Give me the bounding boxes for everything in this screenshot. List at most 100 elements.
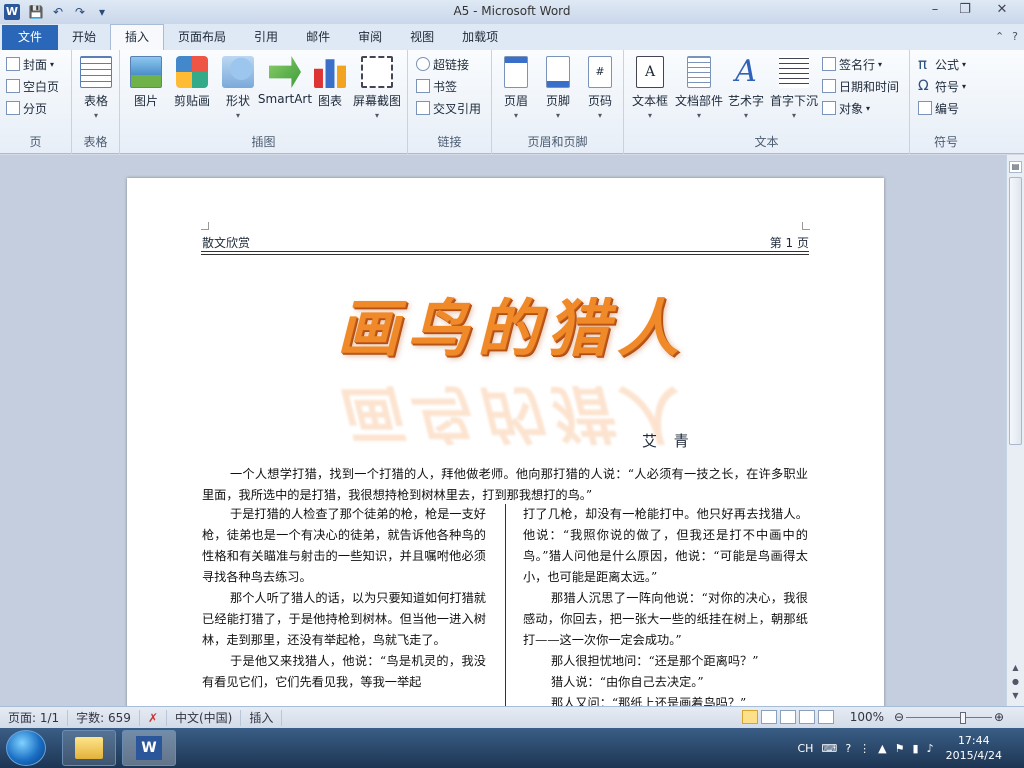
tab-view[interactable]: 视图 — [396, 25, 448, 50]
tab-review[interactable]: 审阅 — [344, 25, 396, 50]
symbol-button[interactable]: Ω 符号 ▾ — [918, 76, 966, 96]
clock[interactable]: 17:44 2015/4/24 — [946, 733, 1002, 763]
minimize-ribbon-icon[interactable]: ⌃ — [995, 30, 1004, 43]
restore-button[interactable]: ❐ — [950, 0, 980, 22]
clipart-icon — [176, 56, 208, 88]
tray-icon[interactable]: ⋮ — [859, 742, 870, 755]
hyperlink-button[interactable]: 超链接 — [416, 54, 469, 74]
tab-page-layout[interactable]: 页面布局 — [164, 25, 240, 50]
cover-page-button[interactable]: 封面 ▾ — [6, 54, 54, 74]
minimize-button[interactable]: – — [920, 0, 950, 22]
author-name[interactable]: 艾 青 — [642, 430, 695, 451]
number-button[interactable]: 编号 — [918, 98, 959, 118]
tab-insert[interactable]: 插入 — [110, 24, 165, 50]
zoom-slider-knob[interactable] — [960, 712, 966, 724]
tab-mailings[interactable]: 邮件 — [292, 25, 344, 50]
tab-file[interactable]: 文件 — [2, 25, 58, 50]
paragraph[interactable]: 猎人说：“由你自己去决定。” — [523, 672, 808, 693]
browse-object-icon[interactable]: ● — [1009, 677, 1022, 689]
show-hidden-icons[interactable]: ▲ — [878, 742, 886, 755]
cross-reference-button[interactable]: 交叉引用 — [416, 98, 481, 118]
zoom-slider[interactable]: ⊖ ⊕ — [894, 710, 1004, 724]
paragraph[interactable]: 于是打猎的人检查了那个徒弟的枪，枪是一支好枪，徒弟也是一个有决心的徒弟，就告诉他… — [202, 504, 486, 588]
word-taskbar-icon[interactable]: W — [122, 730, 176, 766]
ribbon: 封面 ▾ 空白页 分页 页 表格 ▾ 表格 图片 剪贴画 形状 ▾ SmartA… — [0, 50, 1024, 154]
wordart-button[interactable]: A 艺术字 ▾ — [722, 56, 770, 121]
explorer-taskbar-icon[interactable] — [62, 730, 116, 766]
header-left-text[interactable]: 散文欣赏 — [202, 234, 250, 251]
tab-references[interactable]: 引用 — [240, 25, 292, 50]
quick-parts-button[interactable]: 文档部件 ▾ — [674, 56, 724, 120]
volume-icon[interactable]: ♪ — [927, 742, 934, 755]
dropcap-button[interactable]: 首字下沉 ▾ — [768, 56, 820, 120]
screenshot-icon — [361, 56, 393, 88]
header-page-number[interactable]: 第 1 页 — [770, 234, 809, 251]
screenshot-button[interactable]: 屏幕截图 ▾ — [348, 56, 406, 120]
vertical-scrollbar[interactable]: ▤ ▲ ● ▼ — [1006, 155, 1024, 706]
bookmark-button[interactable]: 书签 — [416, 76, 457, 96]
paragraph[interactable]: 那人很担忧地问：“还是那个距离吗？” — [523, 651, 808, 672]
redo-icon[interactable]: ↷ — [72, 5, 88, 19]
paragraph[interactable]: 那个人听了猎人的话，以为只要知道如何打猎就已经能打猎了，于是他持枪到树林。但当他… — [202, 588, 486, 651]
date-time-button[interactable]: 日期和时间 — [822, 76, 899, 96]
scrollbar-thumb[interactable] — [1009, 177, 1022, 445]
clock-date: 2015/4/24 — [945, 749, 1002, 762]
undo-icon[interactable]: ↶ — [50, 5, 66, 19]
footer-button[interactable]: 页脚 ▾ — [534, 56, 582, 120]
keyboard-icon[interactable]: ⌨ — [821, 742, 837, 755]
start-button[interactable] — [6, 730, 46, 766]
zoom-out-icon[interactable]: ⊖ — [894, 710, 904, 724]
clipart-button[interactable]: 剪贴画 — [168, 56, 216, 109]
blank-page-button[interactable]: 空白页 — [6, 76, 59, 96]
word-count[interactable]: 字数: 659 — [68, 709, 140, 726]
paragraph[interactable]: 那猎人沉思了一阵向他说：“对你的决心，我很感动，你回去，把一张大一些的纸挂在树上… — [523, 588, 808, 651]
scroll-up-arrow-icon[interactable]: ▲ — [1009, 663, 1022, 675]
customize-qat-icon[interactable]: ▾ — [94, 5, 110, 19]
page-break-button[interactable]: 分页 — [6, 98, 47, 118]
close-button[interactable]: ✕ — [980, 0, 1024, 22]
proofing-icon[interactable]: ✗ — [140, 709, 167, 726]
print-layout-view-icon[interactable] — [742, 710, 758, 724]
object-button[interactable]: 对象 ▾ — [822, 98, 870, 118]
language-indicator[interactable]: 中文(中国) — [167, 709, 242, 726]
full-screen-view-icon[interactable] — [761, 710, 777, 724]
paragraph[interactable]: 打了几枪，却没有一枪能打中。他只好再去找猎人。他说：“我照你说的做了，但我还是打… — [523, 504, 808, 588]
word-app-icon[interactable]: W — [4, 4, 20, 20]
view-ruler-icon[interactable]: ▤ — [1009, 161, 1022, 173]
chart-button[interactable]: 图表 — [306, 56, 354, 109]
intro-paragraph[interactable]: 一个人想学打猎，找到一个打猎的人，拜他做老师。他向那打猎的人说：“人必须有一技之… — [202, 464, 808, 506]
signature-line-button[interactable]: 签名行 ▾ — [822, 54, 882, 74]
picture-button[interactable]: 图片 — [122, 56, 170, 109]
outline-view-icon[interactable] — [799, 710, 815, 724]
zoom-level[interactable]: 100% — [850, 710, 884, 724]
document-page[interactable]: 散文欣赏 第 1 页 画鸟的猎人 画鸟的猎人 艾 青 一个人想学打猎，找到一个打… — [127, 178, 884, 706]
textbox-button[interactable]: A 文本框 ▾ — [626, 56, 674, 120]
draft-view-icon[interactable] — [818, 710, 834, 724]
equation-button[interactable]: π 公式 ▾ — [918, 54, 966, 74]
help-tray-icon[interactable]: ? — [845, 742, 851, 755]
table-button[interactable]: 表格 ▾ — [72, 56, 120, 120]
header-button[interactable]: 页眉 ▾ — [492, 56, 540, 120]
tab-add-ins[interactable]: 加载项 — [448, 25, 512, 50]
save-icon[interactable]: 💾 — [28, 5, 44, 19]
tab-home[interactable]: 开始 — [58, 25, 110, 50]
windows-taskbar: W CH ⌨ ? ⋮ ▲ ⚑ ▮ ♪ 17:44 2015/4/24 — [0, 728, 1024, 768]
paragraph[interactable]: 那人又问：“那纸上还是画着鸟吗？” — [523, 693, 808, 706]
web-layout-view-icon[interactable] — [780, 710, 796, 724]
help-icon[interactable]: ? — [1012, 30, 1018, 43]
zoom-in-icon[interactable]: ⊕ — [994, 710, 1004, 724]
ime-indicator[interactable]: CH — [797, 742, 813, 755]
table-icon — [80, 56, 112, 88]
page-number-button[interactable]: # 页码 ▾ — [576, 56, 624, 120]
quick-access-toolbar: 💾 ↶ ↷ ▾ — [28, 5, 110, 19]
insert-mode[interactable]: 插入 — [241, 709, 283, 726]
document-area[interactable]: 散文欣赏 第 1 页 画鸟的猎人 画鸟的猎人 艾 青 一个人想学打猎，找到一个打… — [0, 155, 1006, 706]
right-column[interactable]: 打了几枪，却没有一枪能打中。他只好再去找猎人。他说：“我照你说的做了，但我还是打… — [523, 504, 808, 706]
scroll-down-arrow-icon[interactable]: ▼ — [1009, 691, 1022, 703]
page-count[interactable]: 页面: 1/1 — [0, 709, 69, 726]
paragraph[interactable]: 于是他又来找猎人，他说：“鸟是机灵的，我没有看见它们，它们先看见我，等我一举起 — [202, 651, 486, 693]
left-column[interactable]: 于是打猎的人检查了那个徒弟的枪，枪是一支好枪，徒弟也是一个有决心的徒弟，就告诉他… — [202, 504, 486, 693]
network-icon[interactable]: ▮ — [913, 742, 919, 755]
action-center-icon[interactable]: ⚑ — [895, 742, 905, 755]
wordart-title[interactable]: 画鸟的猎人 — [337, 278, 687, 368]
